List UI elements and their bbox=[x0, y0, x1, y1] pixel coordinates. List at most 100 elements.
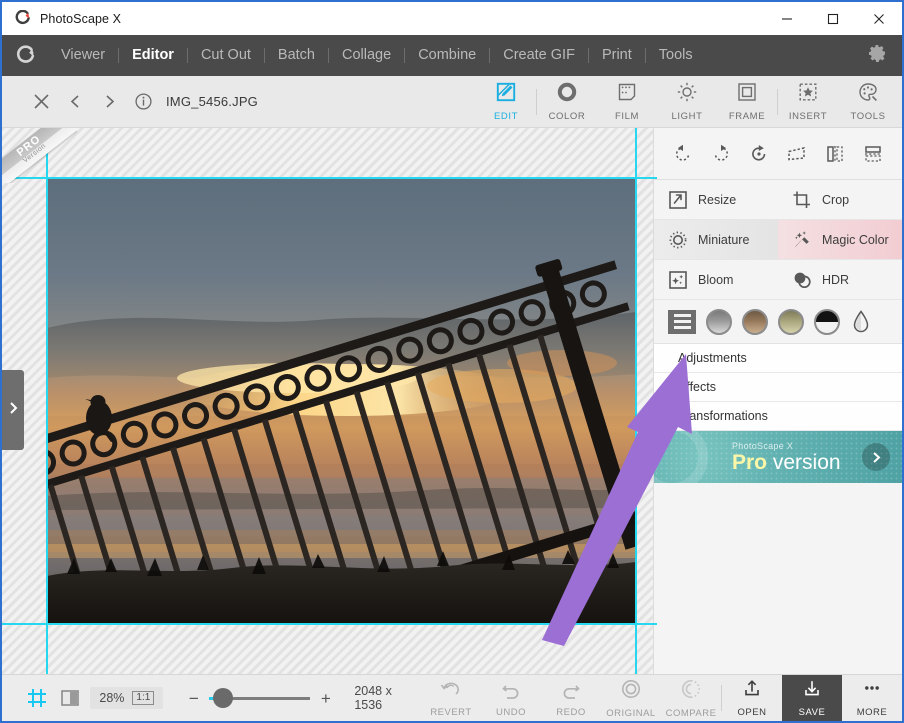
menu-item-batch[interactable]: Batch bbox=[265, 35, 328, 76]
tab-color[interactable]: COLOR bbox=[537, 76, 597, 128]
accordion-effects-label: Effects bbox=[678, 380, 716, 394]
accordion-adjustments[interactable]: Adjustments bbox=[654, 344, 902, 373]
pencil-square-icon bbox=[495, 81, 517, 108]
accordion-effects[interactable]: Effects bbox=[654, 373, 902, 402]
pro-ribbon-bottom-text: Version bbox=[2, 128, 77, 183]
tab-frame[interactable]: FRAME bbox=[717, 76, 777, 128]
zoom-slider-knob[interactable] bbox=[213, 688, 233, 708]
tab-insert[interactable]: INSERT bbox=[778, 76, 838, 128]
zoom-slider[interactable] bbox=[209, 697, 310, 700]
menu-item-print[interactable]: Print bbox=[589, 35, 645, 76]
close-button[interactable] bbox=[856, 2, 902, 35]
tab-tools[interactable]: TOOLS bbox=[838, 76, 898, 128]
free-rotate-button[interactable] bbox=[744, 139, 774, 169]
edited-photo[interactable] bbox=[47, 178, 636, 624]
miniature-icon bbox=[667, 229, 689, 251]
menu-item-combine[interactable]: Combine bbox=[405, 35, 489, 76]
minimize-button[interactable] bbox=[764, 2, 810, 35]
filter-olive[interactable] bbox=[778, 309, 804, 335]
title-bar-left: PhotoScape X bbox=[2, 10, 764, 27]
original-circle-icon bbox=[620, 678, 642, 705]
chevron-right-icon bbox=[8, 401, 18, 420]
tab-film[interactable]: FILM bbox=[597, 76, 657, 128]
compare-label: COMPARE bbox=[666, 708, 717, 719]
rotate-right-button[interactable] bbox=[706, 139, 736, 169]
tool-resize[interactable]: Resize bbox=[654, 180, 778, 219]
undo-button[interactable]: UNDO bbox=[481, 675, 541, 722]
file-nav-group: IMG_5456.JPG bbox=[2, 85, 476, 119]
chevron-right-circle-icon[interactable] bbox=[862, 443, 890, 471]
close-icon[interactable] bbox=[24, 85, 58, 119]
tool-hdr[interactable]: HDR bbox=[778, 260, 902, 299]
maximize-button[interactable] bbox=[810, 2, 856, 35]
zoom-level-group[interactable]: 28% 1:1 bbox=[90, 687, 163, 710]
zoom-in-button[interactable]: + bbox=[319, 690, 332, 707]
editor-right-panel: Resize Crop bbox=[653, 128, 902, 674]
image-canvas-area[interactable]: PRO Version bbox=[2, 128, 657, 674]
color-ring-icon bbox=[556, 81, 578, 108]
more-button[interactable]: MORE bbox=[842, 675, 902, 722]
panel-accordion-list: Adjustments Effects + Transformations bbox=[654, 344, 902, 431]
chevron-left-icon[interactable] bbox=[58, 85, 92, 119]
tools-row-1: Resize Crop bbox=[654, 180, 902, 220]
rotate-tools-row bbox=[654, 128, 902, 180]
menu-item-cut-out[interactable]: Cut Out bbox=[188, 35, 264, 76]
zoom-controls-group: 28% 1:1 − + 2048 x 1536 bbox=[2, 684, 421, 712]
pro-version-banner[interactable]: PhotoScape X Pro version bbox=[654, 431, 902, 483]
hamburger-menu-icon[interactable] bbox=[668, 310, 696, 334]
tool-crop[interactable]: Crop bbox=[778, 180, 902, 219]
left-panel-toggle-handle[interactable] bbox=[2, 370, 24, 450]
droplet-icon[interactable] bbox=[850, 309, 872, 335]
guide-line-top bbox=[2, 177, 657, 179]
photoscape-mark-icon[interactable] bbox=[2, 45, 48, 67]
gear-icon bbox=[867, 43, 887, 68]
filter-high-contrast[interactable] bbox=[814, 309, 840, 335]
rotate-left-button[interactable] bbox=[668, 139, 698, 169]
revert-label: REVERT bbox=[430, 707, 471, 718]
save-button[interactable]: SAVE bbox=[782, 675, 842, 722]
perspective-button[interactable] bbox=[782, 139, 812, 169]
redo-button[interactable]: REDO bbox=[541, 675, 601, 722]
tool-magic-color[interactable]: Magic Color bbox=[778, 220, 902, 259]
checkerboard-icon[interactable] bbox=[57, 685, 82, 711]
redo-label: REDO bbox=[556, 707, 585, 718]
title-bar: PhotoScape X bbox=[2, 2, 902, 35]
original-button[interactable]: ORIGINAL bbox=[601, 675, 661, 722]
fit-grid-icon[interactable] bbox=[24, 685, 49, 711]
revert-button[interactable]: REVERT bbox=[421, 675, 481, 722]
menu-item-tools[interactable]: Tools bbox=[646, 35, 706, 76]
window-title: PhotoScape X bbox=[40, 12, 121, 26]
zoom-out-button[interactable]: − bbox=[187, 690, 200, 707]
expand-plus-icon[interactable]: + bbox=[661, 409, 670, 424]
save-label: SAVE bbox=[799, 707, 826, 718]
tool-miniature-label: Miniature bbox=[698, 233, 749, 247]
tab-edit-label: EDIT bbox=[494, 111, 518, 122]
menu-item-create-gif[interactable]: Create GIF bbox=[490, 35, 588, 76]
tab-edit[interactable]: EDIT bbox=[476, 76, 536, 128]
flip-horizontal-button[interactable] bbox=[820, 139, 850, 169]
resize-icon bbox=[667, 189, 689, 211]
filter-sepia[interactable] bbox=[742, 309, 768, 335]
tool-miniature[interactable]: Miniature bbox=[654, 220, 778, 259]
settings-button[interactable] bbox=[852, 43, 902, 68]
bloom-icon bbox=[667, 269, 689, 291]
guide-line-bottom bbox=[2, 623, 657, 625]
pro-version-ribbon: PRO Version bbox=[2, 128, 77, 183]
accordion-transformations[interactable]: + Transformations bbox=[654, 402, 902, 431]
tab-color-label: COLOR bbox=[549, 111, 586, 122]
filter-grayscale[interactable] bbox=[706, 309, 732, 335]
flip-vertical-button[interactable] bbox=[858, 139, 888, 169]
chevron-right-icon[interactable] bbox=[92, 85, 126, 119]
menu-item-viewer[interactable]: Viewer bbox=[48, 35, 118, 76]
info-circle-icon[interactable] bbox=[126, 85, 160, 119]
menu-item-editor[interactable]: Editor bbox=[119, 35, 187, 76]
editor-sub-toolbar: IMG_5456.JPG EDIT COLOR bbox=[2, 76, 902, 128]
tool-bloom[interactable]: Bloom bbox=[654, 260, 778, 299]
compare-button[interactable]: COMPARE bbox=[661, 675, 721, 722]
open-upload-icon bbox=[741, 679, 763, 704]
zoom-one-to-one-button[interactable]: 1:1 bbox=[132, 691, 154, 706]
open-button[interactable]: OPEN bbox=[722, 675, 782, 722]
tab-light[interactable]: LIGHT bbox=[657, 76, 717, 128]
banner-version-word: version bbox=[767, 451, 841, 474]
menu-item-collage[interactable]: Collage bbox=[329, 35, 404, 76]
